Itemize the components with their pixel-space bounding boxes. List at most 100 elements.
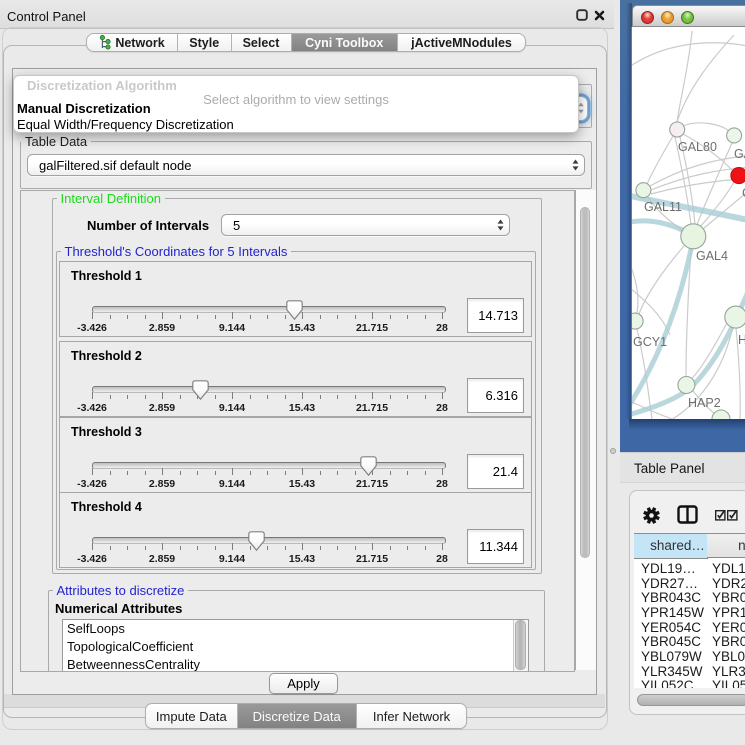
settings-scroll-area: Interval DefinitionNumber of Intervals5T… — [20, 190, 575, 672]
slider-tick — [442, 468, 443, 475]
slider-tick — [250, 315, 251, 319]
network-window-titlebar — [632, 5, 745, 27]
column-header-shared-name[interactable]: shared… — [634, 534, 708, 559]
threshold-3-value-field[interactable]: 21.4 — [467, 454, 524, 489]
list-scrollbar-thumb[interactable] — [515, 620, 526, 670]
minimize-traffic-light[interactable] — [661, 11, 674, 24]
bottom-tab-discretize-data[interactable]: Discretize Data — [238, 704, 357, 728]
threshold-2-slider-thumb[interactable] — [192, 380, 209, 400]
threshold-2-slider-track[interactable] — [92, 386, 446, 393]
column-header-name[interactable]: name — [707, 534, 745, 558]
table-row[interactable]: YBR043CYBR043 — [634, 590, 745, 605]
slider-tick — [390, 395, 391, 399]
tab-style[interactable]: Style — [178, 34, 232, 51]
threshold-1-slider-thumb[interactable] — [286, 300, 303, 320]
slider-tick — [407, 395, 408, 399]
table-row[interactable]: YLR345WYLR345 — [634, 664, 745, 679]
tab-cyni-toolbox[interactable]: Cyni Toolbox — [292, 34, 399, 51]
table-row[interactable]: YER054CYER054 — [634, 620, 745, 635]
slider-tick — [372, 312, 373, 319]
threshold-4-slider-thumb[interactable] — [248, 531, 265, 551]
tab-network[interactable]: Network — [87, 34, 178, 51]
network-graph: GAL80GACGAL11GAL4GCY1HHAP2 — [632, 27, 745, 419]
close-traffic-light[interactable] — [641, 11, 654, 24]
table-row[interactable]: YDR27…YDR27 — [634, 576, 745, 591]
slider-tick-label: 21.715 — [356, 322, 388, 334]
threshold-1-value-field[interactable]: 14.713 — [467, 298, 524, 333]
cell-shared-name: YBL079W — [641, 649, 702, 664]
bottom-tab-impute-data[interactable]: Impute Data — [146, 704, 238, 728]
zoom-traffic-light[interactable] — [681, 11, 694, 24]
svg-text:GAL11: GAL11 — [644, 200, 682, 214]
svg-text:GAL4: GAL4 — [696, 249, 728, 263]
cell-shared-name: YBR045C — [641, 634, 701, 649]
close-icon[interactable] — [594, 10, 605, 21]
slider-tick — [355, 471, 356, 475]
apply-button[interactable]: Apply — [269, 673, 338, 694]
bottom-tab-infer-network[interactable]: Infer Network — [357, 704, 467, 728]
threshold-1-slider-track[interactable] — [92, 306, 446, 313]
node-table: shared… name YDL19…YDL19YDR27…YDR27YBR04… — [634, 533, 745, 688]
slider-tick — [320, 471, 321, 475]
slider-tick — [145, 315, 146, 319]
table-row[interactable]: YDL19…YDL19 — [634, 561, 745, 576]
cyni-bottom-tabs: Impute DataDiscretize DataInfer Network — [145, 703, 467, 729]
threshold-4-slider-track[interactable] — [92, 537, 446, 544]
threshold-3-slider-track[interactable] — [92, 462, 446, 469]
slider-tick-label: 21.715 — [356, 402, 388, 414]
updown-arrows-icon — [497, 219, 504, 231]
slider-tick — [407, 546, 408, 550]
threshold-2-value-field[interactable]: 6.316 — [467, 378, 524, 413]
svg-text:GA: GA — [734, 147, 745, 161]
slider-tick — [215, 315, 216, 319]
vertical-scrollbar-thumb[interactable] — [580, 207, 590, 558]
discretization-form: Table Data galFiltered.sif default node … — [12, 68, 597, 695]
slider-tick — [337, 546, 338, 550]
slider-tick — [162, 392, 163, 399]
table-row[interactable]: YBR045CYBR045 — [634, 634, 745, 649]
algorithm-dropdown-popup: Discretization Algorithm Select algorith… — [13, 75, 579, 133]
slider-tick — [425, 315, 426, 319]
svg-text:GAL80: GAL80 — [678, 140, 717, 154]
popup-item-manual-discretization[interactable]: Manual Discretization — [17, 101, 151, 116]
svg-text:GCY1: GCY1 — [633, 335, 667, 349]
table-row[interactable]: YBL079W YBL079 — [634, 649, 745, 664]
number-of-intervals-combobox[interactable]: 5 — [221, 214, 510, 236]
slider-tick — [92, 468, 93, 475]
checkbox-columns-icon[interactable] — [715, 510, 739, 521]
float-window-icon[interactable] — [576, 9, 588, 21]
gear-icon[interactable] — [642, 506, 661, 525]
slider-tick-label: 2.859 — [149, 322, 175, 334]
slider-tick-label: 21.715 — [356, 553, 388, 565]
cell-name: YBL079 — [712, 649, 745, 664]
splitter-handle[interactable] — [610, 448, 616, 454]
threshold-3-slider-thumb[interactable] — [360, 456, 377, 476]
slider-tick — [355, 546, 356, 550]
slider-tick — [320, 546, 321, 550]
tab-jactivemnodules[interactable]: jActiveMNodules — [398, 34, 525, 51]
svg-text:H: H — [738, 333, 745, 347]
table-data-combobox[interactable]: galFiltered.sif default node — [27, 154, 585, 176]
network-view-canvas[interactable]: GAL80GACGAL11GAL4GCY1HHAP2 — [631, 27, 745, 419]
table-row[interactable]: YIL052CYIL052 — [634, 678, 745, 688]
slider-tick-label: 2.859 — [149, 553, 175, 565]
slider-tick — [267, 546, 268, 550]
slider-tick-label: 28 — [436, 478, 448, 490]
numerical-attributes-label: Numerical Attributes — [55, 601, 182, 616]
horizontal-scrollbar-thumb[interactable] — [637, 694, 745, 706]
list-item[interactable]: BetweennessCentrality — [63, 656, 526, 672]
slider-tick — [442, 312, 443, 319]
list-item[interactable]: SelfLoops — [63, 620, 526, 638]
split-table-icon[interactable] — [677, 505, 698, 524]
tab-select[interactable]: Select — [232, 34, 292, 51]
cell-shared-name: YBR043C — [641, 590, 701, 605]
cell-shared-name: YLR345W — [641, 664, 703, 679]
slider-tick — [92, 392, 93, 399]
popup-item-equal-width[interactable]: Equal Width/Frequency Discretization — [17, 117, 234, 132]
cell-shared-name: YIL052C — [641, 678, 694, 688]
list-item[interactable]: TopologicalCoefficient — [63, 638, 526, 656]
slider-tick — [337, 471, 338, 475]
threshold-4-value-field[interactable]: 11.344 — [467, 529, 524, 564]
table-row[interactable]: YPR145WYPR145 — [634, 605, 745, 620]
tab-label: Select — [243, 36, 280, 50]
